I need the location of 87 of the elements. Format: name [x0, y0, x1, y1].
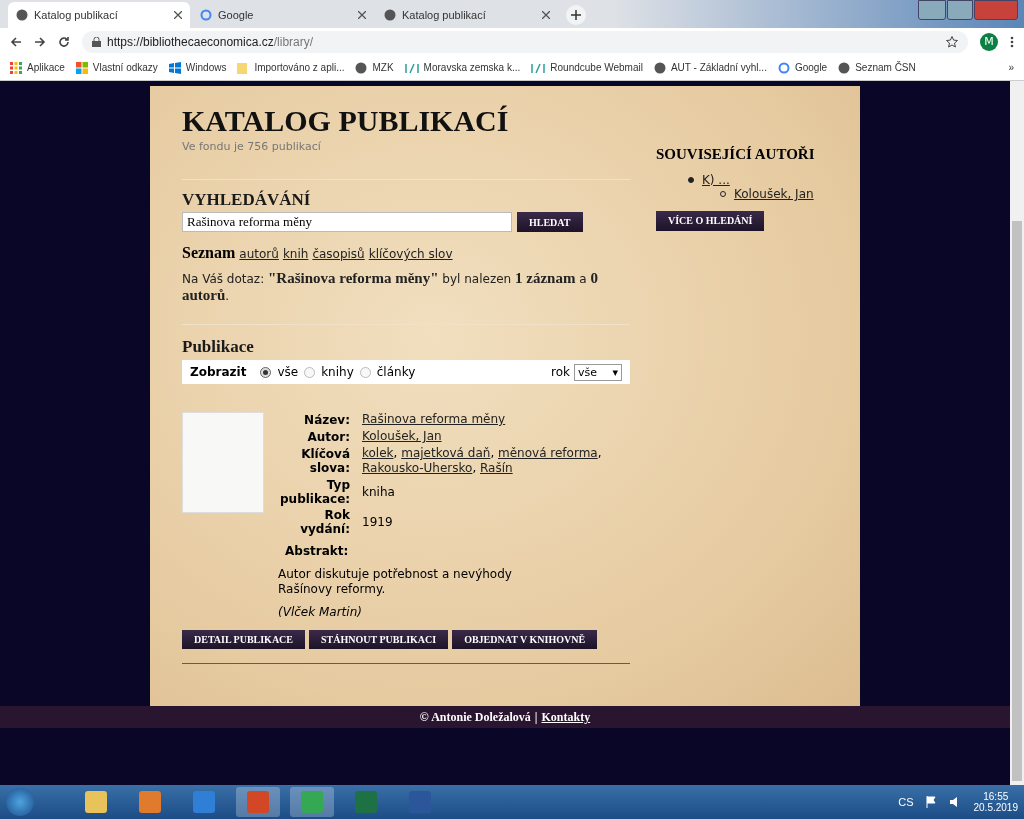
close-icon[interactable] — [358, 11, 366, 19]
star-icon[interactable] — [946, 35, 958, 48]
maximize-button[interactable] — [947, 0, 973, 20]
forward-icon[interactable] — [34, 35, 46, 48]
radio-label: knihy — [321, 365, 354, 379]
comma-separator: , — [597, 446, 602, 460]
page-title: KATALOG PUBLIKACÍ — [182, 104, 510, 138]
author-link[interactable]: K) ... — [702, 173, 730, 187]
value-link[interactable]: Rašín — [480, 461, 513, 475]
year-select[interactable]: vše ▾ — [574, 363, 622, 381]
field-label: Typ publikace: — [280, 478, 350, 506]
radio-label: články — [376, 365, 416, 379]
bookmark[interactable]: MZK — [355, 61, 394, 74]
close-icon[interactable] — [542, 11, 550, 19]
publications-heading: Publikace — [182, 337, 255, 357]
bookmark[interactable]: Roundcube Webmail — [531, 61, 643, 74]
windows-logo-icon — [75, 61, 88, 74]
scrollbar-thumb[interactable] — [1012, 221, 1022, 781]
flag-icon[interactable] — [925, 796, 938, 808]
value-link[interactable]: Koloušek, Jan — [362, 429, 442, 443]
bookmark[interactable]: Google — [777, 61, 828, 74]
action-button[interactable]: DETAIL PUBLIKACE — [182, 630, 305, 649]
windows-logo-icon — [168, 61, 181, 74]
more-bookmarks-button[interactable]: » — [1008, 62, 1014, 73]
field-value: kniha — [362, 484, 395, 499]
lock-icon — [92, 36, 101, 47]
bookmark[interactable]: Aplikace — [10, 61, 65, 74]
radio-button[interactable] — [304, 366, 316, 378]
contacts-link[interactable]: Kontakty — [541, 709, 591, 725]
year-label: rok — [551, 365, 570, 379]
abstract-label: Abstrakt: — [285, 544, 350, 559]
radio-button[interactable] — [260, 366, 272, 378]
clock[interactable]: 16:55 20.5.2019 — [973, 791, 1018, 813]
new-tab-button[interactable] — [566, 5, 586, 25]
bookmark[interactable]: Importováno z apli... — [237, 61, 345, 74]
search-button[interactable]: HLEDAT — [517, 212, 583, 232]
language-indicator[interactable]: CS — [898, 796, 914, 808]
comma-separator: , — [393, 446, 398, 460]
author-link[interactable]: Koloušek, Jan — [734, 187, 814, 201]
radio-label: vše — [277, 365, 299, 379]
related-authors-heading: SOUVISEJÍCÍ AUTOŘI — [656, 146, 815, 163]
footer-separator: | — [534, 709, 538, 725]
abstract-text: Autor diskutuje potřebnost a nevýhody Rašínovy reformy. — [278, 567, 513, 597]
search-heading: VYHLEDÁVÁNÍ — [182, 190, 312, 210]
apps-grid-icon — [10, 61, 22, 74]
radio-button[interactable] — [359, 366, 371, 378]
bookmark[interactable]: Moravska zemska k... — [404, 61, 521, 74]
profile-avatar[interactable]: M — [980, 32, 998, 51]
value-link[interactable]: kolek — [362, 446, 394, 460]
field-label: Název: — [303, 412, 350, 427]
comma-separator: , — [490, 446, 495, 460]
action-button[interactable]: STÁHNOUT PUBLIKACI — [309, 630, 449, 649]
value-link[interactable]: Rašinova reforma měny — [362, 412, 506, 426]
list-link[interactable]: klíčových slov — [368, 247, 453, 261]
slash-logo-icon — [531, 61, 546, 74]
minimize-button[interactable] — [918, 0, 946, 20]
plus-icon — [571, 10, 581, 20]
menu-icon[interactable] — [1010, 35, 1014, 48]
field-label: Autor: — [306, 429, 350, 444]
action-button[interactable]: OBJEDNAT V KNIHOVNĚ — [452, 630, 598, 649]
start-button[interactable] — [6, 788, 34, 816]
comma-separator: , — [472, 461, 477, 475]
close-icon[interactable] — [174, 11, 182, 19]
reload-icon[interactable] — [58, 35, 70, 48]
list-label: Seznam — [182, 244, 236, 262]
more-search-button[interactable]: VÍCE O HLEDÁNÍ — [656, 210, 765, 231]
abstract-author: (Vlček Martin) — [278, 605, 363, 620]
footer-author: © Antonie Doležalová — [419, 709, 531, 725]
search-result-text: Na Váš dotaz: "Rašinova reforma měny" byl nalezen 1 záznam a 0 autorů. — [182, 270, 599, 304]
bookmark[interactable]: Windows — [168, 61, 227, 74]
bookmark[interactable]: Vlastní odkazy — [75, 61, 158, 74]
bookmark[interactable]: Seznam ČSN — [838, 61, 916, 74]
value-link[interactable]: měnová reforma — [498, 446, 598, 460]
field-label: Klíčová slova: — [300, 447, 350, 475]
browser-tab[interactable]: Katalog publikací — [8, 2, 190, 28]
field-value: 1919 — [362, 514, 393, 529]
list-link[interactable]: časopisů — [312, 247, 365, 261]
list-link[interactable]: autorů — [239, 247, 279, 261]
back-icon[interactable] — [10, 35, 22, 48]
field-label: Rok vydání: — [299, 508, 350, 536]
address-field[interactable]: https://bibliothecaeconomica.cz/library/ — [82, 30, 968, 53]
collection-count: Ve fondu je 756 publikací — [182, 140, 322, 153]
slash-logo-icon — [404, 61, 419, 74]
filter-label: Zobrazit — [190, 365, 247, 379]
search-field[interactable]: Rašinova reforma měny — [182, 212, 512, 232]
bookmark[interactable]: AUT - Základní vyhl... — [653, 61, 767, 74]
list-link[interactable]: knih — [282, 247, 309, 261]
